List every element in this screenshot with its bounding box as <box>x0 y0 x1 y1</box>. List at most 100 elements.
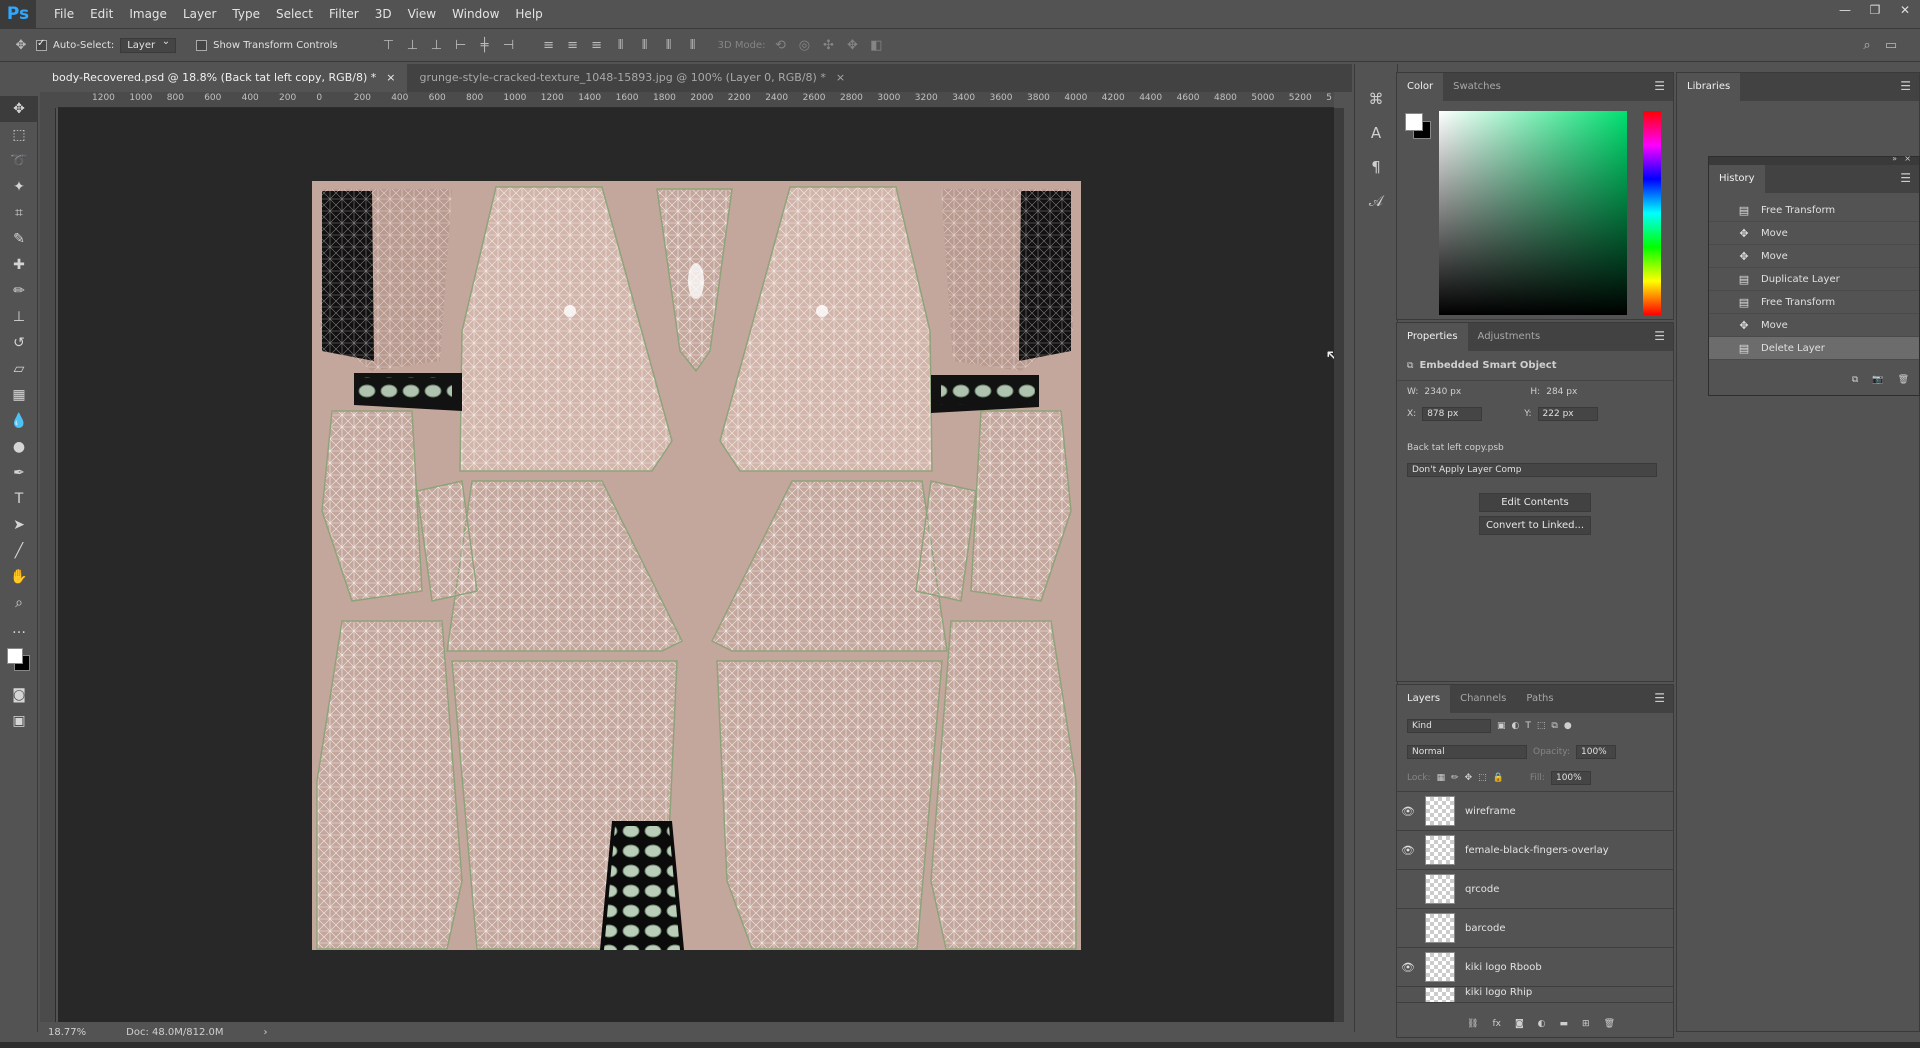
zoom-tool-icon[interactable]: ⌕ <box>0 590 38 616</box>
history-item[interactable]: ✥ Move <box>1709 314 1919 337</box>
panel-menu-icon[interactable]: ☰ <box>1900 171 1911 185</box>
lock-position-icon[interactable]: ✥ <box>1465 773 1473 783</box>
distribute-top-icon[interactable]: ≡ <box>540 38 558 53</box>
canvas-area[interactable]: ↖ <box>58 108 1334 1022</box>
distribute-bottom-icon[interactable]: ≡ <box>588 38 606 53</box>
gradient-tool-icon[interactable]: ▦ <box>0 382 38 408</box>
tab-history[interactable]: History <box>1709 165 1765 193</box>
history-item[interactable]: ▤ Free Transform <box>1709 199 1919 222</box>
zoom-level[interactable]: 18.77% <box>48 1027 86 1038</box>
document-tab-body[interactable]: body-Recovered.psd @ 18.8% (Back tat lef… <box>40 64 408 92</box>
brush-tool-icon[interactable]: ✏ <box>0 278 38 304</box>
filter-toggle-icon[interactable]: ● <box>1564 721 1572 731</box>
align-vcenter-icon[interactable]: ⊥ <box>404 38 422 53</box>
delete-state-icon[interactable]: 🗑 <box>1898 375 1909 385</box>
document-tab-grunge[interactable]: grunge-style-cracked-texture_1048-15893.… <box>407 64 857 92</box>
auto-align-icon[interactable]: ⫴ <box>684 38 702 53</box>
align-left-icon[interactable]: ⊢ <box>452 38 470 53</box>
layer-row[interactable]: 👁 kiki logo Rboob <box>1397 948 1673 987</box>
3d-drag-icon[interactable]: ✣ <box>819 38 837 53</box>
lock-artboard-icon[interactable]: ⬚ <box>1478 773 1487 783</box>
document-canvas[interactable] <box>312 181 1081 950</box>
move-tool-icon[interactable]: ✥ <box>12 38 30 53</box>
new-document-from-state-icon[interactable]: ⧉ <box>1852 375 1858 385</box>
foreground-color-swatch[interactable] <box>1405 113 1423 131</box>
filter-shape-icon[interactable]: ⬚ <box>1537 721 1546 731</box>
layer-row[interactable]: kiki logo Rhip <box>1397 987 1673 1003</box>
align-hcenter-icon[interactable]: ╪ <box>476 38 494 53</box>
layer-row[interactable]: barcode <box>1397 909 1673 948</box>
lock-image-icon[interactable]: ✏ <box>1451 773 1459 783</box>
screen-mode-icon[interactable]: ▣ <box>0 708 38 734</box>
tab-libraries[interactable]: Libraries <box>1677 73 1741 101</box>
workspace-icon[interactable]: ▭ <box>1882 38 1900 53</box>
lasso-tool-icon[interactable]: ➰ <box>0 148 38 174</box>
more-tools-icon[interactable]: … <box>0 616 38 642</box>
magic-wand-tool-icon[interactable]: ✦ <box>0 174 38 200</box>
menu-type[interactable]: Type <box>224 0 268 28</box>
marquee-tool-icon[interactable]: ⬚ <box>0 122 38 148</box>
auto-select-checkbox[interactable] <box>36 38 47 51</box>
tab-swatches[interactable]: Swatches <box>1443 73 1511 101</box>
auto-select-dropdown[interactable]: Layer <box>120 36 177 53</box>
tab-color[interactable]: Color <box>1397 73 1444 101</box>
canvas-vertical-scrollbar[interactable] <box>1334 108 1344 1022</box>
3d-slide-icon[interactable]: ✥ <box>843 38 861 53</box>
restore-button[interactable]: ❐ <box>1860 0 1890 20</box>
panel-menu-icon[interactable]: ☰ <box>1654 691 1665 705</box>
filter-adjustment-icon[interactable]: ◐ <box>1512 721 1520 731</box>
tab-properties[interactable]: Properties <box>1397 323 1468 351</box>
vertical-ruler[interactable] <box>40 108 56 1022</box>
align-right-icon[interactable]: ⊣ <box>500 38 518 53</box>
line-tool-icon[interactable]: ╱ <box>0 538 38 564</box>
crop-tool-icon[interactable]: ⌗ <box>0 200 38 226</box>
close-tab-icon[interactable]: × <box>386 71 395 84</box>
distribute-right-icon[interactable]: ⦀ <box>660 38 678 53</box>
new-group-icon[interactable]: ▬ <box>1560 1019 1569 1029</box>
layer-comp-dropdown[interactable]: Don't Apply Layer Comp <box>1407 463 1657 477</box>
glyphs-panel-icon[interactable]: 𝒜 <box>1355 184 1397 218</box>
adjustment-layer-icon[interactable]: ◐ <box>1538 1019 1546 1029</box>
color-swatches[interactable] <box>0 642 38 682</box>
close-window-button[interactable]: ✕ <box>1890 0 1920 20</box>
visibility-eye-icon[interactable]: 👁 <box>1397 844 1419 857</box>
character-panel-icon[interactable]: A <box>1355 116 1397 150</box>
menu-select[interactable]: Select <box>268 0 321 28</box>
convert-to-linked-button[interactable]: Convert to Linked... <box>1479 516 1591 535</box>
close-tab-icon[interactable]: × <box>836 71 845 84</box>
tab-channels[interactable]: Channels <box>1450 685 1516 713</box>
layer-style-icon[interactable]: fx <box>1492 1019 1501 1029</box>
brush-settings-icon[interactable]: ⌘ <box>1355 82 1397 116</box>
horizontal-ruler[interactable]: 1200 1000 800 600 400 200 0 200 400 600 800 1000 120… <box>58 92 1334 108</box>
hand-tool-icon[interactable]: ✋ <box>0 564 38 590</box>
delete-layer-icon[interactable]: 🗑 <box>1604 1019 1615 1029</box>
distribute-vcenter-icon[interactable]: ≡ <box>564 38 582 53</box>
layer-row[interactable]: 👁 wireframe <box>1397 792 1673 831</box>
visibility-eye-icon[interactable]: 👁 <box>1397 805 1419 818</box>
status-menu-arrow-icon[interactable]: › <box>264 1027 268 1038</box>
menu-window[interactable]: Window <box>444 0 507 28</box>
layer-row[interactable]: 👁 female-black-fingers-overlay <box>1397 831 1673 870</box>
dodge-tool-icon[interactable]: ● <box>0 434 38 460</box>
show-transform-checkbox[interactable] <box>196 39 208 51</box>
close-panel-icon[interactable]: × <box>1904 154 1911 163</box>
menu-3d[interactable]: 3D <box>367 0 400 28</box>
layer-filter-dropdown[interactable]: Kind <box>1407 719 1491 733</box>
path-selection-tool-icon[interactable]: ➤ <box>0 512 38 538</box>
healing-brush-tool-icon[interactable]: ✚ <box>0 252 38 278</box>
menu-view[interactable]: View <box>400 0 444 28</box>
history-item[interactable]: ✥ Move <box>1709 245 1919 268</box>
blur-tool-icon[interactable]: 💧 <box>0 408 38 434</box>
hue-slider[interactable] <box>1643 111 1661 315</box>
3d-scale-icon[interactable]: ◧ <box>867 38 885 53</box>
history-item[interactable]: ▤ Free Transform <box>1709 291 1919 314</box>
filter-pixel-icon[interactable]: ▣ <box>1497 721 1506 731</box>
new-snapshot-icon[interactable]: 📷 <box>1872 375 1883 385</box>
y-field[interactable]: 222 px <box>1537 407 1598 421</box>
paragraph-panel-icon[interactable]: ¶ <box>1355 150 1397 184</box>
lock-transparent-icon[interactable]: ▦ <box>1437 773 1446 783</box>
menu-edit[interactable]: Edit <box>82 0 121 28</box>
menu-layer[interactable]: Layer <box>175 0 224 28</box>
align-bottom-icon[interactable]: ⊥ <box>428 38 446 53</box>
history-item[interactable]: ✥ Move <box>1709 222 1919 245</box>
